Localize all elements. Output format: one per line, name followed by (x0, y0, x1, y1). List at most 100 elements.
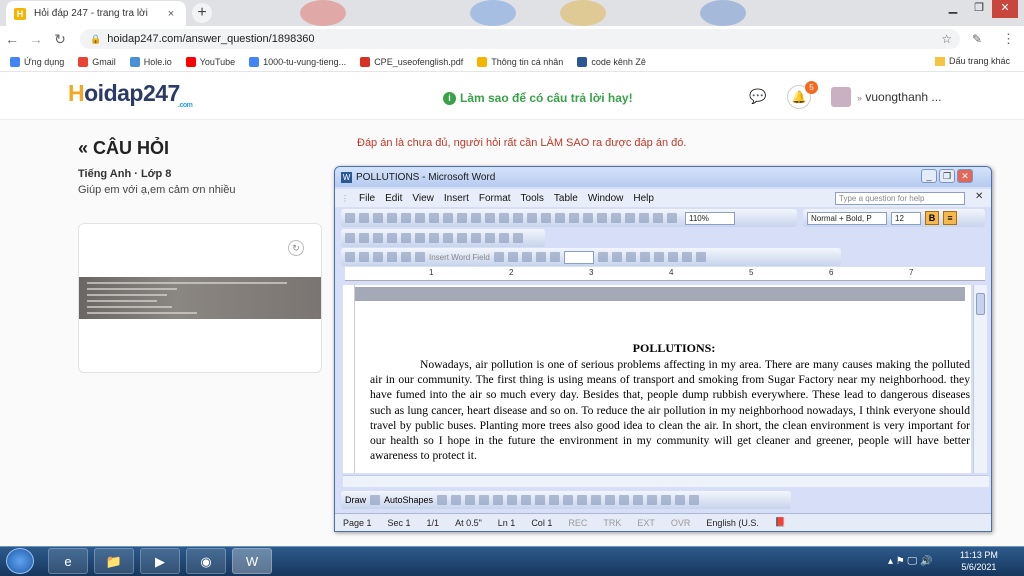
chevron-down-icon: » (857, 93, 863, 103)
bookmarks-bar: Ứng dụng Gmail Hole.io YouTube 1000-tu-vung-… (0, 52, 1024, 72)
answer-notice: Đáp án là chưa đủ, người hỏi rất cần LÀM… (357, 137, 687, 149)
menu-kebab-icon[interactable]: ⋮ (1002, 31, 1015, 47)
record-input[interactable] (563, 250, 594, 264)
word-menu-tools[interactable]: Tools (521, 193, 544, 204)
bookmark-label: Thông tin cá nhân (491, 56, 564, 67)
close-window-icon[interactable]: ✕ (992, 0, 1018, 18)
status-ext[interactable]: EXT (629, 518, 663, 528)
word-menu-table[interactable]: Table (554, 193, 578, 204)
user-menu[interactable]: » vuongthanh ... (857, 90, 941, 104)
document-body[interactable]: Nowadays, air pollution is one of seriou… (370, 357, 970, 463)
browser-tab[interactable]: H Hỏi đáp 247 - trang tra lời × (6, 1, 186, 26)
draw-menu[interactable]: Draw (345, 495, 366, 505)
word-restore-icon[interactable]: ❐ (939, 169, 955, 183)
bookmark-label: code kênh Zê (591, 56, 646, 67)
forward-icon[interactable]: → (24, 31, 48, 47)
bookmark-item[interactable]: CPE_useofenglish.pdf (360, 56, 464, 67)
status-trk[interactable]: TRK (595, 518, 629, 528)
site-logo[interactable]: Hoidap247 .com (68, 80, 193, 109)
bookmark-label: Ứng dụng (24, 56, 65, 67)
menubar-close-icon[interactable]: ✕ (975, 191, 983, 202)
help-search-input[interactable]: Type a question for help (835, 192, 965, 205)
reload-icon[interactable]: ↻ (48, 31, 72, 48)
bookmark-item[interactable]: Gmail (78, 56, 116, 67)
word-minimize-icon[interactable]: _ (921, 169, 937, 183)
word-menu-format[interactable]: Format (479, 193, 511, 204)
rotate-icon[interactable]: ↻ (288, 240, 304, 256)
bold-button[interactable]: B (925, 211, 939, 225)
vertical-scrollbar[interactable] (973, 285, 987, 473)
vertical-ruler (345, 285, 355, 473)
word-menu-help[interactable]: Help (633, 193, 654, 204)
media-player-icon[interactable]: ▶ (140, 548, 180, 574)
system-tray[interactable]: ▴ ⚑ 🖵 🔊 (888, 556, 932, 567)
folder-icon (935, 56, 945, 66)
avatar[interactable] (831, 87, 851, 107)
bookmark-star-icon[interactable]: ☆ (941, 32, 952, 46)
info-icon: i (443, 91, 456, 105)
restore-icon[interactable]: ❐ (966, 0, 992, 18)
bookmark-item[interactable]: YouTube (185, 56, 235, 67)
question-image[interactable] (79, 277, 321, 319)
lock-icon: 🔒 (90, 33, 102, 44)
chrome-icon[interactable]: ◉ (186, 548, 226, 574)
start-button[interactable] (6, 548, 34, 574)
word-window[interactable]: W POLLUTIONS - Microsoft Word _ ❐ ✕ ⋮ Fil… (334, 166, 992, 532)
spelling-status-icon[interactable]: 📕 (767, 517, 794, 528)
bookmark-label: CPE_useofenglish.pdf (374, 56, 464, 67)
ruler-number: 2 (509, 268, 514, 277)
bookmark-label: Gmail (92, 56, 116, 67)
word-menu-file[interactable]: File (359, 193, 375, 204)
word-menu-view[interactable]: View (412, 193, 434, 204)
minimize-icon[interactable]: ▁ (940, 0, 966, 18)
style-select[interactable]: Normal + Bold, P (807, 211, 887, 225)
insert-word-field-button[interactable]: Insert Word Field (429, 253, 490, 262)
background-icon (560, 0, 606, 26)
address-bar[interactable]: 🔒 hoidap247.com/answer_question/1898360 … (80, 29, 960, 49)
drawing-toolbar: Draw AutoShapes (341, 491, 791, 509)
word-taskbar-icon[interactable]: W (232, 548, 272, 574)
word-titlebar[interactable]: W POLLUTIONS - Microsoft Word (335, 167, 991, 187)
formatting-toolbar: Normal + Bold, P 12 B ≡ (803, 209, 985, 227)
tip-link[interactable]: i Làm sao để có câu trả lời hay! (443, 91, 633, 105)
zoom-select[interactable]: 110% (685, 211, 735, 225)
ie-icon[interactable]: e (48, 548, 88, 574)
notification-badge: 5 (805, 81, 818, 94)
bookmark-item[interactable]: Ứng dụng (10, 56, 65, 67)
chat-icon[interactable]: 💬 (749, 88, 766, 105)
bookmark-icon (477, 56, 488, 67)
new-tab-button[interactable]: + (192, 3, 212, 23)
tables-toolbar (341, 229, 545, 247)
justify-button[interactable]: ≡ (943, 211, 957, 225)
horizontal-ruler[interactable]: 1 2 3 4 5 6 7 (345, 267, 985, 281)
status-page: Page 1 (343, 517, 372, 528)
logo-com: .com (178, 102, 193, 109)
username: vuongthanh ... (865, 90, 942, 104)
status-ovr[interactable]: OVR (663, 518, 699, 528)
clock[interactable]: 11:13 PM 5/6/2021 (960, 549, 998, 573)
horizontal-scrollbar[interactable] (343, 475, 989, 487)
back-icon[interactable]: ← (0, 31, 24, 47)
bookmark-item[interactable]: code kênh Zê (577, 56, 646, 67)
bookmark-item[interactable]: 1000-tu-vung-tieng... (249, 56, 346, 67)
bookmark-item[interactable]: Hole.io (129, 56, 172, 67)
bookmark-item[interactable]: Thông tin cá nhân (477, 56, 564, 67)
font-size-select[interactable]: 12 (891, 211, 921, 225)
status-rec[interactable]: REC (560, 518, 595, 528)
ruler-number: 5 (749, 268, 754, 277)
word-menu-edit[interactable]: Edit (385, 193, 402, 204)
explorer-icon[interactable]: 📁 (94, 548, 134, 574)
other-bookmarks[interactable]: Dấu trang khác (935, 56, 1010, 66)
word-close-icon[interactable]: ✕ (957, 169, 973, 183)
mail-merge-toolbar: Insert Word Field (341, 248, 841, 266)
back-chevron-icon[interactable]: « (78, 138, 88, 158)
word-menu-insert[interactable]: Insert (444, 193, 469, 204)
scroll-thumb[interactable] (976, 293, 985, 315)
question-heading: « CÂU HỎI (78, 138, 169, 159)
autoshapes-menu[interactable]: AutoShapes (384, 495, 433, 505)
clock-time: 11:13 PM (960, 550, 998, 560)
word-menu-window[interactable]: Window (588, 193, 624, 204)
close-tab-icon[interactable]: × (164, 8, 178, 20)
status-section: Sec 1 (387, 517, 411, 528)
extension-icon[interactable]: ✎ (972, 32, 982, 46)
